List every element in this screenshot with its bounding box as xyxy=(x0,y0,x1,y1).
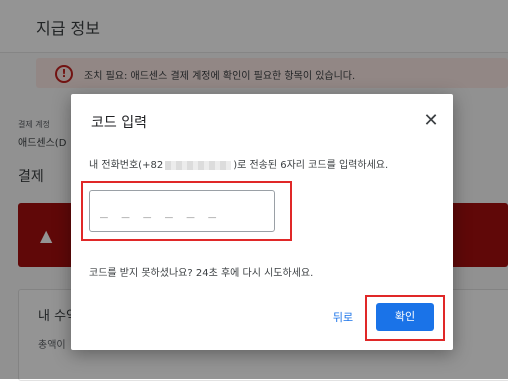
redacted-phone-number xyxy=(165,160,232,170)
back-button[interactable]: 뒤로 xyxy=(323,306,363,330)
confirm-button[interactable]: 확인 xyxy=(376,303,434,331)
instruction-text: 내 전화번호(+82 )로 전송된 6자리 코드를 입력하세요. xyxy=(89,156,388,171)
instruction-prefix: 내 전화번호(+82 xyxy=(89,160,164,171)
code-input[interactable] xyxy=(89,190,275,232)
enter-code-dialog: 코드 입력 ✕ 내 전화번호(+82)로 전송된 6자리 코드를 입력하세요. … xyxy=(71,94,453,350)
resend-hint: 코드를 받지 못하셨나요? 24초 후에 다시 시도하세요. xyxy=(89,268,314,279)
dialog-title: 코드 입력 xyxy=(91,115,147,131)
instruction-suffix: )로 전송된 6자리 코드를 입력하세요. xyxy=(233,160,389,171)
close-icon[interactable]: ✕ xyxy=(421,111,441,131)
